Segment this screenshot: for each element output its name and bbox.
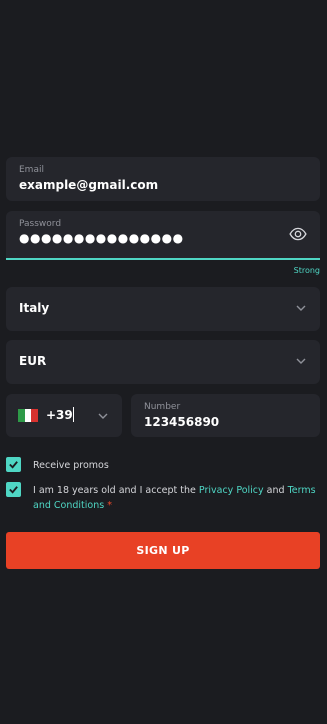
chevron-down-icon bbox=[98, 413, 108, 419]
chevron-down-icon bbox=[296, 305, 306, 311]
email-input[interactable]: example@gmail.com bbox=[19, 178, 158, 192]
terms-checkbox-row[interactable]: I am 18 years old and I accept the Priva… bbox=[6, 482, 320, 514]
checkmark-icon bbox=[9, 486, 18, 494]
phone-number-field[interactable]: Number 123456890 bbox=[131, 394, 320, 437]
text-caret bbox=[73, 407, 74, 422]
sign-up-button[interactable]: SIGN UP bbox=[6, 532, 320, 569]
password-strength-label: Strong bbox=[293, 266, 320, 275]
phone-code-value: +39 bbox=[46, 408, 73, 422]
phone-code-select[interactable]: +39 bbox=[6, 394, 122, 437]
password-input[interactable]: ●●●●●●●●●●●●●●● bbox=[19, 231, 184, 245]
phone-number-input[interactable]: 123456890 bbox=[144, 415, 219, 429]
promos-checkbox[interactable] bbox=[6, 457, 21, 472]
terms-and-text: and bbox=[263, 485, 288, 496]
email-label: Email bbox=[19, 165, 44, 175]
checkmark-icon bbox=[9, 461, 18, 469]
eye-icon[interactable] bbox=[289, 225, 307, 243]
phone-number-label: Number bbox=[144, 402, 181, 412]
promos-checkbox-row[interactable]: Receive promos bbox=[6, 457, 320, 473]
terms-checkbox[interactable] bbox=[6, 482, 21, 497]
chevron-down-icon bbox=[296, 358, 306, 364]
italy-flag-icon bbox=[18, 409, 39, 422]
promos-label: Receive promos bbox=[33, 460, 109, 471]
terms-label: I am 18 years old and I accept the Priva… bbox=[33, 483, 318, 513]
privacy-policy-link[interactable]: Privacy Policy bbox=[199, 485, 264, 496]
password-label: Password bbox=[19, 219, 62, 229]
currency-select[interactable]: EUR bbox=[6, 340, 320, 384]
password-strength-bar bbox=[6, 258, 320, 260]
country-value: Italy bbox=[19, 301, 50, 315]
country-select[interactable]: Italy bbox=[6, 287, 320, 331]
terms-prefix: I am 18 years old and I accept the bbox=[33, 485, 199, 496]
required-mark: * bbox=[104, 500, 112, 511]
email-field[interactable]: Email example@gmail.com bbox=[6, 157, 320, 201]
password-field[interactable]: Password ●●●●●●●●●●●●●●● bbox=[6, 211, 320, 258]
currency-value: EUR bbox=[19, 354, 47, 368]
